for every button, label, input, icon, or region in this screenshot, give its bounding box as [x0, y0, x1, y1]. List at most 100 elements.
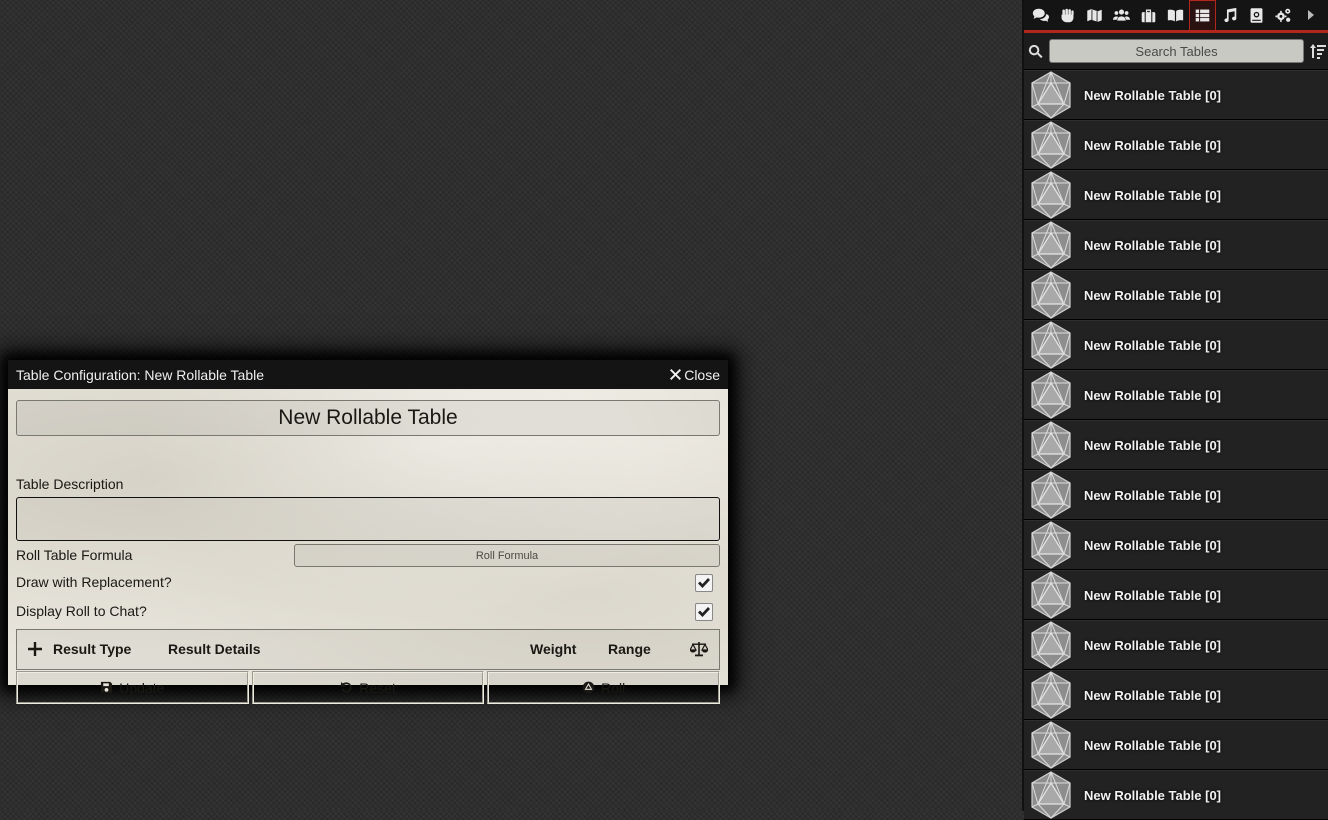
reset-label: Reset	[359, 679, 396, 696]
window-header[interactable]: Table Configuration: New Rollable Table …	[8, 360, 728, 389]
list-item-label: New Rollable Table [0]	[1084, 437, 1222, 453]
music-icon	[1224, 7, 1237, 22]
list-item[interactable]: New Rollable Table [0]	[1024, 270, 1328, 320]
description-editor[interactable]	[16, 497, 720, 541]
list-item-label: New Rollable Table [0]	[1084, 787, 1222, 803]
sidebar-tabs	[1024, 0, 1328, 33]
d20-icon	[1029, 171, 1075, 219]
list-item[interactable]: New Rollable Table [0]	[1024, 120, 1328, 170]
update-button[interactable]: Update	[16, 671, 249, 704]
list-item[interactable]: New Rollable Table [0]	[1024, 770, 1328, 820]
d20-icon	[1029, 421, 1075, 469]
display-roll-checkbox[interactable]	[695, 603, 713, 621]
atlas-icon	[1250, 7, 1263, 23]
d20-icon	[1029, 521, 1075, 569]
tab-scenes[interactable]	[1081, 0, 1108, 30]
suitcase-icon	[1141, 9, 1156, 22]
list-item-label: New Rollable Table [0]	[1084, 337, 1222, 353]
list-item-label: New Rollable Table [0]	[1084, 387, 1222, 403]
formula-input[interactable]	[294, 544, 720, 567]
formula-label: Roll Table Formula	[16, 547, 133, 563]
list-item-label: New Rollable Table [0]	[1084, 587, 1222, 603]
directory-search-row	[1024, 33, 1328, 70]
list-item[interactable]: New Rollable Table [0]	[1024, 170, 1328, 220]
undo-icon	[341, 681, 352, 693]
list-item-label: New Rollable Table [0]	[1084, 637, 1222, 653]
list-item[interactable]: New Rollable Table [0]	[1024, 470, 1328, 520]
d20-icon	[1029, 221, 1075, 269]
weight-header: Weight	[530, 641, 577, 657]
tab-actors[interactable]	[1108, 0, 1135, 30]
list-item[interactable]: New Rollable Table [0]	[1024, 620, 1328, 670]
d20-icon	[1029, 71, 1075, 119]
d20-icon	[1029, 571, 1075, 619]
close-button[interactable]: Close	[670, 367, 720, 383]
cogs-icon	[1275, 8, 1291, 22]
check-icon	[698, 578, 710, 588]
sidebar: New Rollable Table [0] New Rollable Tabl…	[1022, 0, 1328, 820]
d20-icon	[1029, 121, 1075, 169]
replacement-checkbox[interactable]	[695, 574, 713, 592]
table-config-window: Table Configuration: New Rollable Table …	[8, 360, 728, 704]
list-item-label: New Rollable Table [0]	[1084, 237, 1222, 253]
table-name-input[interactable]	[16, 400, 720, 436]
d20-icon	[1029, 371, 1075, 419]
roll-button[interactable]: Roll	[487, 671, 721, 704]
th-list-icon	[1195, 9, 1210, 22]
balance-scale-icon[interactable]	[690, 641, 708, 657]
sort-icon[interactable]	[1310, 43, 1326, 59]
list-item-label: New Rollable Table [0]	[1084, 87, 1222, 103]
tab-playlists[interactable]	[1216, 0, 1243, 30]
list-item[interactable]: New Rollable Table [0]	[1024, 220, 1328, 270]
tab-compendium[interactable]	[1243, 0, 1270, 30]
list-item-label: New Rollable Table [0]	[1084, 687, 1222, 703]
tab-combat[interactable]	[1054, 0, 1081, 30]
search-icon	[1028, 44, 1043, 59]
map-icon	[1086, 7, 1103, 23]
update-label: Update	[119, 679, 165, 696]
list-item[interactable]: New Rollable Table [0]	[1024, 420, 1328, 470]
dice-d20-icon	[582, 681, 595, 694]
search-input[interactable]	[1049, 39, 1304, 63]
d20-icon	[1029, 771, 1075, 819]
list-item[interactable]: New Rollable Table [0]	[1024, 320, 1328, 370]
replacement-label: Draw with Replacement?	[16, 574, 172, 590]
tab-settings[interactable]	[1270, 0, 1297, 30]
tab-journal[interactable]	[1162, 0, 1189, 30]
d20-icon	[1029, 721, 1075, 769]
list-item[interactable]: New Rollable Table [0]	[1024, 370, 1328, 420]
list-item[interactable]: New Rollable Table [0]	[1024, 670, 1328, 720]
list-item-label: New Rollable Table [0]	[1084, 187, 1222, 203]
caret-right-icon	[1307, 10, 1314, 20]
list-item-label: New Rollable Table [0]	[1084, 737, 1222, 753]
add-result-icon[interactable]	[28, 642, 42, 656]
range-header: Range	[608, 641, 651, 657]
d20-icon	[1029, 321, 1075, 369]
tab-tables[interactable]	[1189, 0, 1216, 30]
users-icon	[1113, 9, 1130, 21]
close-icon	[670, 369, 682, 380]
comments-icon	[1032, 8, 1049, 22]
reset-button[interactable]: Reset	[251, 671, 485, 704]
roll-label: Roll	[601, 679, 626, 696]
list-item-label: New Rollable Table [0]	[1084, 537, 1222, 553]
list-item[interactable]: New Rollable Table [0]	[1024, 570, 1328, 620]
window-body: Table Description Roll Table Formula Dra…	[8, 389, 728, 704]
list-item[interactable]: New Rollable Table [0]	[1024, 720, 1328, 770]
list-item[interactable]: New Rollable Table [0]	[1024, 520, 1328, 570]
d20-icon	[1029, 621, 1075, 669]
footer-buttons: Update Reset Roll	[16, 671, 721, 705]
display-roll-label: Display Roll to Chat?	[16, 603, 147, 619]
tab-collapse-arrow[interactable]	[1297, 0, 1324, 30]
check-icon	[698, 607, 710, 617]
directory-list: New Rollable Table [0] New Rollable Tabl…	[1024, 70, 1328, 820]
description-label: Table Description	[16, 476, 124, 492]
save-icon	[101, 681, 113, 694]
book-open-icon	[1167, 9, 1184, 21]
tab-items[interactable]	[1135, 0, 1162, 30]
result-details-header: Result Details	[168, 641, 261, 657]
tab-chat[interactable]	[1027, 0, 1054, 30]
list-item-label: New Rollable Table [0]	[1084, 137, 1222, 153]
d20-icon	[1029, 471, 1075, 519]
list-item[interactable]: New Rollable Table [0]	[1024, 70, 1328, 120]
